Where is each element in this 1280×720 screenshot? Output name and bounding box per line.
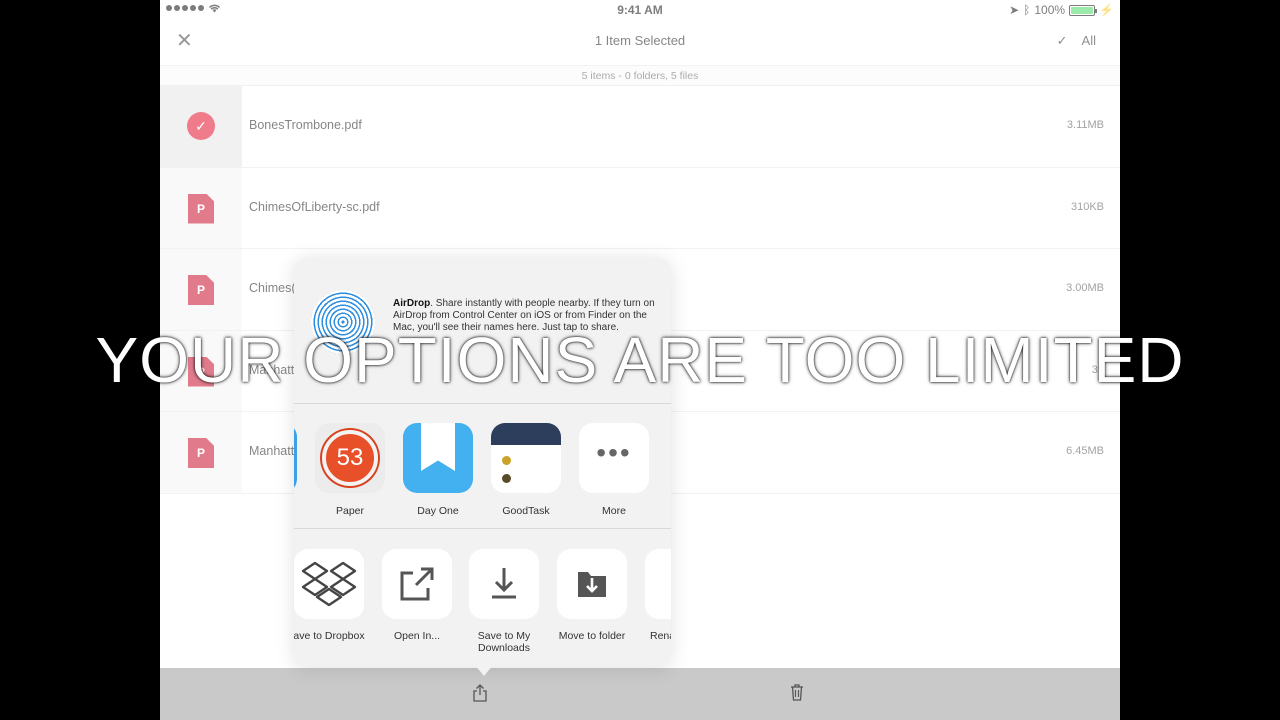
rename-icon [645,549,671,619]
share-app-more[interactable]: ••• More [578,423,650,517]
action-label: ave to Dropbox [294,630,365,642]
share-apps-row: 53 Paper Day One GoodTask ••• More [294,404,671,529]
dropbox-icon [294,549,364,619]
bookmark-icon [421,423,455,471]
airdrop-title: AirDrop [393,298,431,309]
action-move-to-folder[interactable]: Move to folder [551,549,633,642]
video-frame: 9:41 AM ➤ ᛒ 100% ⚡ ✕ 1 Item Selected ✓ A… [0,0,1280,720]
share-app-paper[interactable]: 53 Paper [314,423,386,517]
action-save-to-dropbox[interactable]: ave to Dropbox [294,549,370,642]
download-icon [469,549,539,619]
bottom-toolbar [160,668,1120,720]
app-icon [294,423,297,493]
app-label: Paper [335,505,365,517]
action-label: Move to folder [558,630,626,642]
action-label: Rena [650,630,671,642]
move-folder-icon [557,549,627,619]
open-in-icon [382,549,452,619]
share-actions-row: ave to Dropbox Open In... Save to My Dow… [294,529,671,666]
action-open-in[interactable]: Open In... [376,549,458,642]
share-app-day-one[interactable]: Day One [402,423,474,517]
action-save-to-my-downloads[interactable]: Save to My Downloads [463,549,545,654]
share-sheet: AirDrop. Share instantly with people nea… [294,258,671,666]
more-icon: ••• [579,423,649,493]
goodtask-app-icon [491,423,561,493]
action-label: Open In... [393,630,441,642]
share-app-goodtask[interactable]: GoodTask [490,423,562,517]
trash-icon[interactable] [790,684,804,706]
paper-badge: 53 [322,430,378,486]
app-label: Day One [417,505,459,517]
action-rename[interactable]: Rena [639,549,671,642]
video-caption: YOUR OPTIONS ARE TOO LIMITED [95,324,1185,396]
app-label: GoodTask [502,505,550,517]
popover-arrow [474,664,494,676]
day-one-app-icon [403,423,473,493]
action-label: Save to My Downloads [477,630,531,654]
share-icon[interactable] [473,684,487,707]
app-label: More [602,505,626,517]
share-app-partial[interactable] [294,423,298,493]
paper-app-icon: 53 [315,423,385,493]
